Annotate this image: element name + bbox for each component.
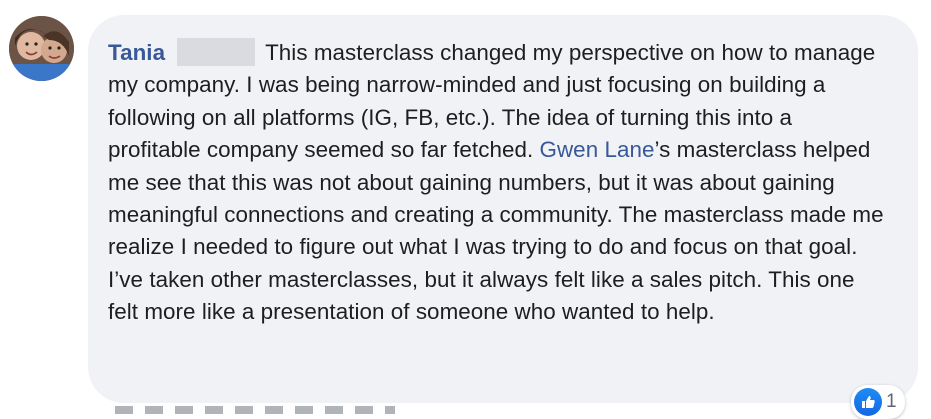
avatar[interactable] (9, 16, 74, 81)
comment-text: Tania This masterclass changed my perspec… (108, 37, 890, 329)
comment-actions-row (115, 406, 395, 414)
comment-author[interactable]: Tania (108, 40, 165, 65)
redacted-surname (177, 38, 256, 66)
reaction-count: 1 (886, 391, 897, 412)
mention-link[interactable]: Gwen Lane (540, 137, 655, 162)
reaction-summary[interactable]: 1 (851, 385, 905, 419)
comment-bubble: Tania This masterclass changed my perspec… (88, 15, 918, 403)
avatar-photo (9, 16, 74, 81)
comment-body-part2: ’s masterclass helped me see that this w… (108, 137, 884, 325)
